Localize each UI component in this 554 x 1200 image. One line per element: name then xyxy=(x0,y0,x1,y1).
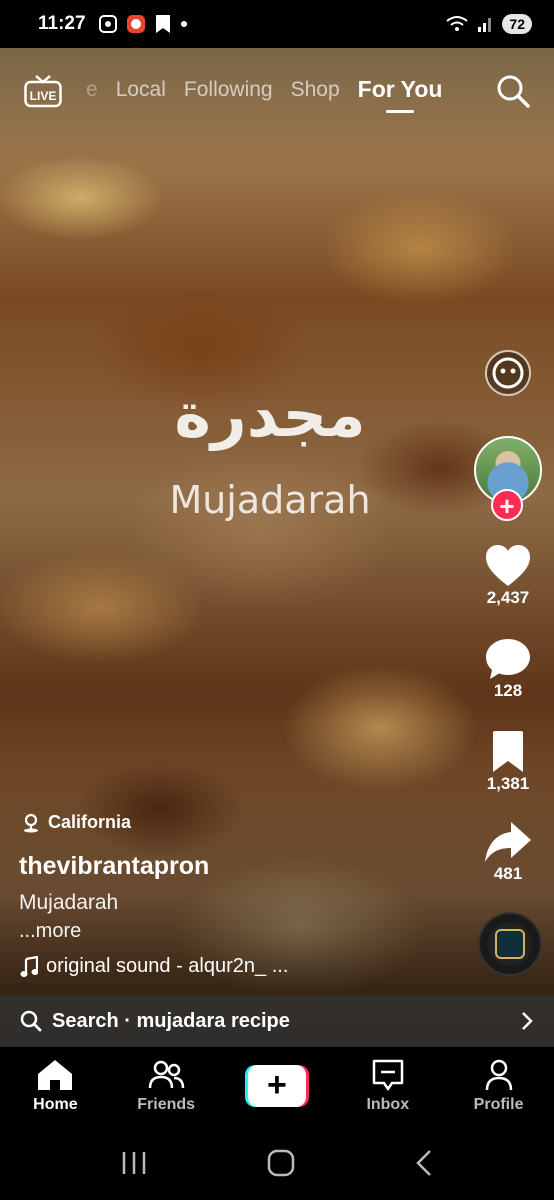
nav-home[interactable]: Home xyxy=(5,1058,105,1114)
live-label: LIVE xyxy=(30,89,57,103)
friends-icon xyxy=(148,1060,185,1089)
search-suggestion-text: Search · mujadara recipe xyxy=(52,1009,290,1032)
bottom-navigation: Home Friends + Inbox Profile xyxy=(0,1047,554,1125)
chevron-right-icon xyxy=(522,1012,533,1030)
sound-label: original sound - alqur2n_ ... xyxy=(46,955,289,977)
search-suggestion-bar[interactable]: Search · mujadara recipe xyxy=(0,995,554,1047)
comment-icon xyxy=(486,639,530,679)
nav-inbox-label: Inbox xyxy=(366,1096,410,1113)
location-tag[interactable]: California xyxy=(22,812,131,833)
save-button[interactable]: 1,381 xyxy=(476,730,540,794)
tab-local[interactable]: Local xyxy=(116,78,166,102)
live-button[interactable]: LIVE xyxy=(24,74,62,108)
home-icon xyxy=(38,1060,73,1090)
battery-indicator: 72 xyxy=(502,14,532,34)
comment-button[interactable]: 128 xyxy=(476,637,540,701)
post-caption: Mujadarah xyxy=(19,891,119,914)
signal-icon xyxy=(478,18,492,32)
sound-info[interactable]: original sound - alqur2n_ ... xyxy=(20,955,288,978)
tab-shop[interactable]: Shop xyxy=(291,78,340,102)
home-system-icon[interactable] xyxy=(267,1149,295,1177)
app-notification-icon xyxy=(126,15,145,33)
location-label: California xyxy=(48,812,132,832)
heart-icon xyxy=(486,545,530,586)
like-count: 2,437 xyxy=(486,588,530,607)
search-icon xyxy=(20,1010,42,1032)
status-time: 11:27 xyxy=(38,13,86,34)
video-title-arabic: مجدرة xyxy=(174,378,366,451)
bookmark-icon xyxy=(493,731,523,772)
status-notification-icons xyxy=(98,14,188,34)
effect-face-icon xyxy=(485,350,531,396)
live-tv-icon: LIVE xyxy=(24,75,62,108)
top-navigation: LIVE e Local Following Shop For You xyxy=(0,48,554,138)
inbox-icon xyxy=(372,1059,404,1091)
nav-home-label: Home xyxy=(33,1096,78,1113)
back-icon[interactable] xyxy=(414,1149,434,1177)
profile-icon xyxy=(485,1059,512,1091)
screenshot-icon xyxy=(98,15,117,33)
caption-more-link[interactable]: ...more xyxy=(19,920,81,943)
system-navigation xyxy=(0,1125,554,1200)
location-pin-icon xyxy=(24,813,38,832)
tab-partial[interactable]: e xyxy=(86,78,98,102)
music-note-icon xyxy=(20,955,38,977)
dot-icon xyxy=(180,21,187,27)
bookmark-notification-icon xyxy=(155,15,170,33)
recent-apps-icon[interactable] xyxy=(120,1150,148,1176)
nav-profile-label: Profile xyxy=(473,1096,524,1113)
follow-button[interactable]: + xyxy=(491,489,523,521)
share-count: 481 xyxy=(493,864,523,883)
comment-count: 128 xyxy=(493,681,523,700)
share-arrow-icon xyxy=(485,822,531,862)
create-button[interactable]: + xyxy=(244,1065,309,1107)
share-button[interactable]: 481 xyxy=(476,820,540,884)
search-icon xyxy=(497,75,530,108)
nav-create[interactable]: + xyxy=(227,1065,327,1107)
feed-tabs: e Local Following Shop For You xyxy=(86,76,442,113)
nav-friends-label: Friends xyxy=(137,1096,196,1113)
video-title-latin: Mujadarah xyxy=(169,478,371,522)
nav-profile[interactable]: Profile xyxy=(449,1058,549,1114)
like-button[interactable]: 2,437 xyxy=(476,544,540,608)
effect-button[interactable] xyxy=(476,348,540,398)
status-bar: 11:27 72 xyxy=(0,0,554,48)
sound-cover-image xyxy=(495,929,525,959)
creator-username[interactable]: thevibrantapron xyxy=(19,852,209,881)
tab-following[interactable]: Following xyxy=(184,78,273,102)
wifi-icon xyxy=(446,16,469,31)
search-button[interactable] xyxy=(496,74,530,108)
tab-for-you[interactable]: For You xyxy=(358,76,442,113)
sound-disc[interactable] xyxy=(480,914,540,974)
nav-friends[interactable]: Friends xyxy=(116,1058,216,1114)
nav-inbox[interactable]: Inbox xyxy=(338,1058,438,1114)
plus-icon: + xyxy=(247,1065,306,1107)
save-count: 1,381 xyxy=(486,774,530,793)
